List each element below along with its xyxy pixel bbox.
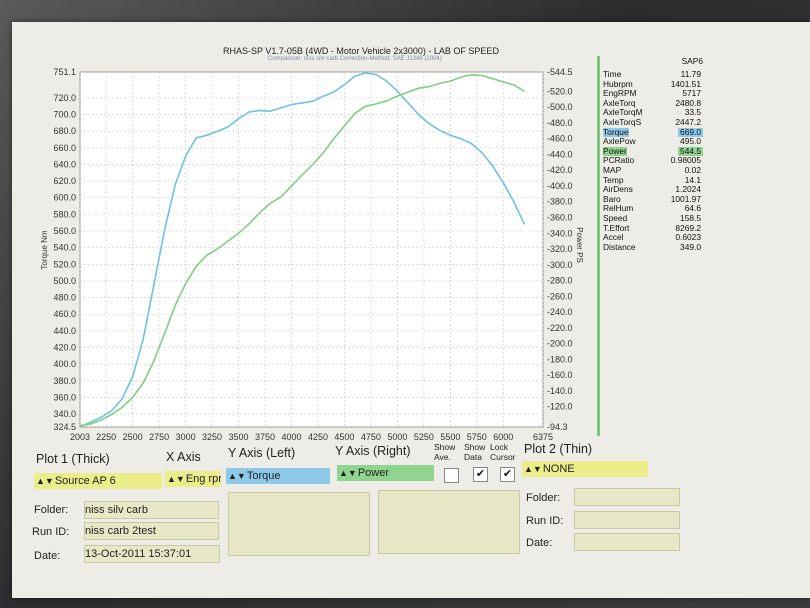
- right-tick-label: -500.0: [547, 102, 573, 112]
- xaxis-heading: X Axis: [166, 450, 201, 464]
- left-axis-ticks: 324.5 340.0 360.0 380.0 400.0 420.0 440.0 460.0…: [53, 67, 76, 432]
- yright-select[interactable]: ▲▼Power: [337, 465, 434, 481]
- right-tick-label: -160.0: [547, 370, 573, 380]
- right-tick-label: -440.0: [547, 149, 573, 159]
- right-tick-label: -200.0: [547, 339, 573, 349]
- right-tick-label: -400.0: [547, 181, 573, 191]
- right-tick-label: -260.0: [547, 291, 573, 301]
- right-tick-label: -420.0: [547, 165, 573, 175]
- plot1-folder-label: Folder:: [34, 504, 69, 516]
- plot2-value: NONE: [542, 463, 575, 475]
- xaxis-value: Eng rpr: [185, 473, 221, 485]
- plot1-date-label: Date:: [34, 550, 61, 562]
- left-tick-label: 360.0: [53, 392, 76, 402]
- left-tick-label: 500.0: [53, 276, 76, 286]
- spin-arrows-icon: ▲▼: [36, 476, 54, 486]
- right-tick-label: -280.0: [547, 276, 573, 286]
- yright-heading: Y Axis (Right): [335, 444, 411, 458]
- right-tick-label: -220.0: [547, 323, 573, 333]
- readout-panel: SAP6 Time 11.79 Hubrpm 1401.51 EngRPM 5717 Axl…: [597, 56, 707, 436]
- lock-cursor-checkbox[interactable]: ✔: [500, 467, 515, 482]
- readout-label: Distance: [603, 241, 636, 252]
- right-tick-label: -180.0: [547, 354, 573, 364]
- plot2-notes-box[interactable]: [378, 490, 520, 554]
- left-tick-label: 640.0: [53, 159, 76, 169]
- left-tick-label: 700.0: [53, 110, 76, 120]
- left-tick-label: 720.0: [53, 93, 76, 103]
- readout-source: SAP6: [681, 56, 703, 66]
- xaxis-select[interactable]: ▲▼Eng rpr: [165, 471, 221, 487]
- right-tick-label: -544.5: [547, 67, 573, 77]
- spin-arrows-icon: ▲▼: [524, 464, 542, 474]
- plot2-source-select[interactable]: ▲▼NONE: [522, 461, 648, 477]
- plot1-notes-box[interactable]: [228, 492, 370, 556]
- right-tick-label: -480.0: [547, 118, 573, 128]
- yleft-value: Torque: [246, 470, 281, 482]
- left-tick-label: 440.0: [53, 326, 76, 336]
- right-tick-label: -460.0: [547, 134, 573, 144]
- plot1-runid-label: Run ID:: [32, 526, 70, 538]
- right-tick-label: -360.0: [547, 212, 573, 222]
- right-tick-label: -300.0: [547, 260, 573, 270]
- show-ave-checkbox[interactable]: [444, 468, 459, 483]
- lock-cursor-label: Lock Cursor: [490, 442, 516, 462]
- right-tick-label: -380.0: [547, 197, 573, 207]
- left-tick-label: 620.0: [53, 176, 76, 186]
- yright-value: Power: [357, 467, 390, 479]
- right-tick-label: -140.0: [547, 386, 573, 396]
- left-tick-label: 400.0: [53, 359, 76, 369]
- plot2-date-field[interactable]: [574, 533, 680, 551]
- left-tick-label: 480.0: [53, 293, 76, 303]
- right-axis-ticks: -94.3 -120.0 -140.0 -160.0 -180.0 -200.0 -220.…: [547, 67, 573, 432]
- right-tick-label: -94.3: [547, 422, 568, 432]
- left-tick-label: 520.0: [53, 259, 76, 269]
- readout-header: SAP6: [600, 56, 707, 67]
- left-tick-label: 420.0: [53, 343, 76, 353]
- spin-arrows-icon: ▲▼: [339, 468, 357, 478]
- left-tick-label: 324.5: [53, 422, 76, 432]
- plot2-heading: Plot 2 (Thin): [524, 442, 593, 456]
- left-tick-label: 600.0: [53, 193, 76, 203]
- plot-area: [79, 71, 544, 428]
- left-tick-label: 460.0: [53, 309, 76, 319]
- plot-controls: Plot 1 (Thick) X Axis Y Axis (Left) Y Ax…: [20, 440, 710, 572]
- spin-arrows-icon: ▲▼: [167, 474, 185, 484]
- readout-row: Distance 349.0: [603, 241, 703, 253]
- plot1-runid-field[interactable]: niss carb 2test: [84, 522, 219, 540]
- yleft-heading: Y Axis (Left): [228, 446, 296, 460]
- left-tick-label: 340.0: [53, 409, 76, 419]
- right-axis-title: Power PS: [575, 227, 584, 263]
- plot1-source-value: Source AP 6: [54, 475, 116, 487]
- plot2-runid-label: Run ID:: [526, 515, 564, 527]
- show-data-checkbox[interactable]: ✔: [473, 467, 488, 482]
- left-tick-label: 380.0: [53, 376, 76, 386]
- left-tick-label: 751.1: [53, 67, 76, 77]
- right-tick-label: -320.0: [547, 244, 573, 254]
- plot2-date-label: Date:: [526, 537, 553, 549]
- plot2-runid-field[interactable]: [574, 511, 680, 529]
- left-tick-label: 560.0: [53, 226, 76, 236]
- right-tick-label: -240.0: [547, 307, 573, 317]
- plot2-folder-field[interactable]: [574, 488, 680, 506]
- right-tick-label: -520.0: [547, 86, 573, 96]
- yleft-select[interactable]: ▲▼Torque: [226, 468, 330, 484]
- plot2-folder-label: Folder:: [526, 492, 561, 504]
- readout-value: 349.0: [680, 241, 701, 252]
- spin-arrows-icon: ▲▼: [228, 471, 246, 481]
- right-tick-label: -120.0: [547, 402, 573, 412]
- left-tick-label: 660.0: [53, 143, 76, 153]
- plot1-source-select[interactable]: ▲▼Source AP 6: [34, 473, 162, 489]
- left-tick-label: 680.0: [53, 126, 76, 136]
- right-tick-label: -340.0: [547, 228, 573, 238]
- plot1-date-field[interactable]: 13-Oct-2011 15:37:01: [84, 545, 220, 563]
- left-tick-label: 580.0: [53, 209, 76, 219]
- plot1-heading: Plot 1 (Thick): [36, 452, 110, 466]
- left-axis-title: Torque Nm: [40, 230, 49, 269]
- left-tick-label: 540.0: [53, 243, 76, 253]
- show-ave-label: Show Ave.: [434, 442, 456, 462]
- plot1-folder-field[interactable]: niss silv carb: [84, 501, 219, 519]
